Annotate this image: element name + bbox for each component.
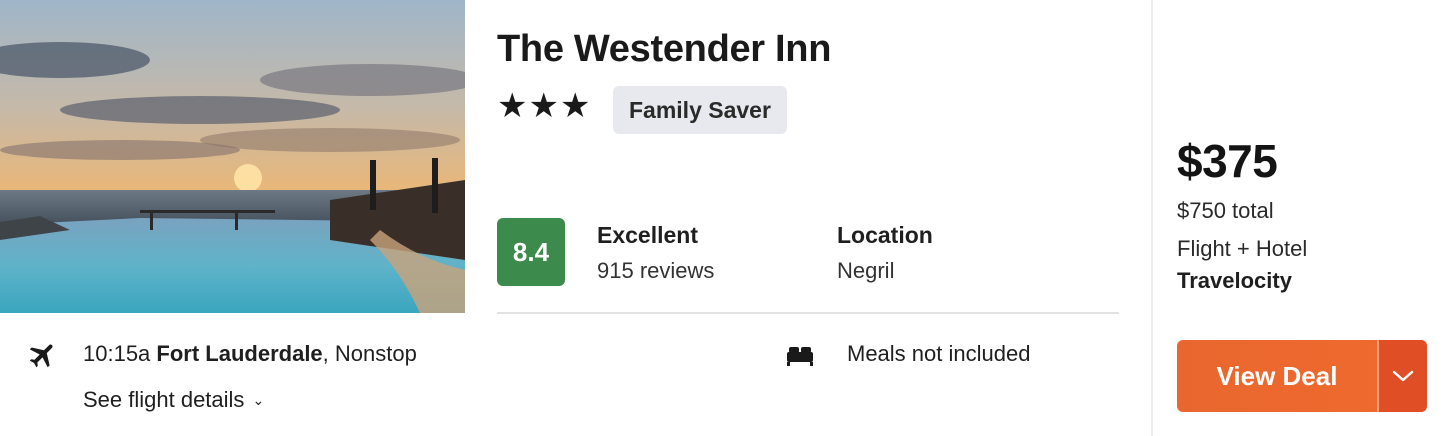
rating-label: Excellent — [597, 222, 698, 248]
package-type: Flight + Hotel — [1177, 236, 1308, 261]
chevron-down-icon: ⌄ — [252, 392, 265, 408]
see-flight-details-link[interactable]: See flight details ⌄ — [83, 387, 264, 413]
view-deal-button-group[interactable]: View Deal — [1177, 340, 1427, 412]
review-score-badge: 8.4 — [497, 218, 565, 286]
flight-origin: Fort Lauderdale — [156, 341, 323, 366]
review-count: 915 reviews — [597, 258, 715, 283]
chevron-down-icon — [1392, 370, 1414, 382]
divider — [497, 312, 1119, 314]
location-label: Location — [837, 222, 933, 248]
airplane-icon — [27, 339, 59, 371]
view-deal-button[interactable]: View Deal — [1177, 340, 1377, 412]
vertical-divider — [1151, 0, 1153, 436]
flight-summary: 10:15a Fort Lauderdale, Nonstop — [83, 341, 417, 367]
bed-icon — [785, 344, 815, 368]
flight-stops: , Nonstop — [322, 341, 417, 366]
more-deals-dropdown-button[interactable] — [1379, 340, 1427, 412]
star-rating: ★★★ — [497, 87, 592, 125]
hotel-result-card[interactable]: The Westender Inn ★★★ Family Saver 8.4 E… — [0, 0, 1450, 436]
meals-info: Meals not included — [847, 341, 1031, 366]
flight-time: 10:15a — [83, 341, 151, 366]
price-total: $750 total — [1177, 198, 1274, 223]
hotel-photo[interactable] — [0, 0, 465, 313]
provider-name: Travelocity — [1177, 268, 1292, 293]
hotel-name[interactable]: The Westender Inn — [497, 28, 831, 71]
family-saver-badge: Family Saver — [613, 86, 787, 134]
flight-details-label: See flight details — [83, 387, 245, 412]
price-per-person: $375 — [1177, 135, 1278, 187]
location-value: Negril — [837, 258, 895, 283]
